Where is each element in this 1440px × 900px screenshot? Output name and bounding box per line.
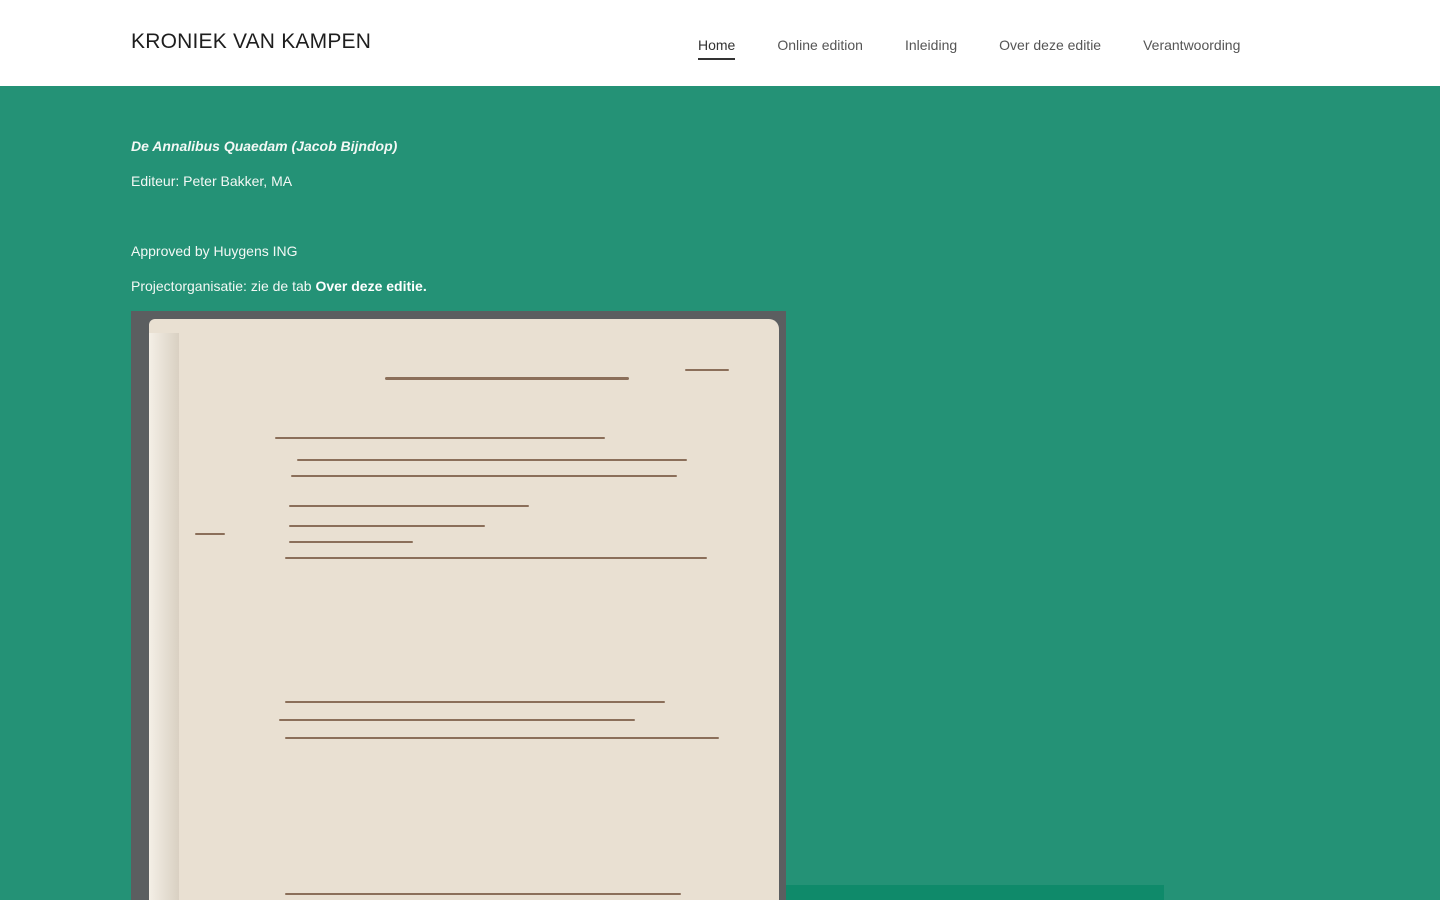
nav-verantwoording[interactable]: Verantwoording <box>1143 37 1240 60</box>
manuscript-ink <box>285 701 665 703</box>
manuscript-spine <box>149 333 179 900</box>
nav-inleiding[interactable]: Inleiding <box>905 37 957 60</box>
manuscript-image <box>131 311 786 900</box>
nav-online-edition[interactable]: Online edition <box>777 37 863 60</box>
manuscript-ink <box>279 719 635 721</box>
manuscript-ink <box>291 475 677 477</box>
manuscript-ink <box>685 369 729 371</box>
main-nav: Home Online edition Inleiding Over deze … <box>698 37 1240 60</box>
manuscript-ink <box>289 541 413 543</box>
manuscript-ink <box>385 377 629 380</box>
manuscript-ink <box>289 505 529 507</box>
bottom-strip <box>786 885 1164 900</box>
site-title[interactable]: KRONIEK VAN KAMPEN <box>131 30 371 54</box>
project-line: Projectorganisatie: zie de tab Over deze… <box>131 278 427 294</box>
nav-over-deze-editie[interactable]: Over deze editie <box>999 37 1101 60</box>
approval-line: Approved by Huygens ING <box>131 243 298 259</box>
nav-home[interactable]: Home <box>698 37 736 60</box>
manuscript-ink <box>289 525 485 527</box>
over-deze-editie-link[interactable]: Over deze editie. <box>315 278 426 294</box>
manuscript-page <box>149 319 779 900</box>
manuscript-ink <box>285 893 681 895</box>
manuscript-ink <box>195 533 225 535</box>
project-prefix: Projectorganisatie: zie de tab <box>131 278 316 294</box>
manuscript-ink <box>275 437 605 439</box>
site-header: KRONIEK VAN KAMPEN Home Online edition I… <box>0 0 1440 86</box>
manuscript-ink <box>285 557 707 559</box>
manuscript-ink <box>297 459 687 461</box>
manuscript-ink <box>285 737 719 739</box>
work-title: De Annalibus Quaedam (Jacob Bijndop) <box>131 138 398 154</box>
editor-line: Editeur: Peter Bakker, MA <box>131 173 293 189</box>
